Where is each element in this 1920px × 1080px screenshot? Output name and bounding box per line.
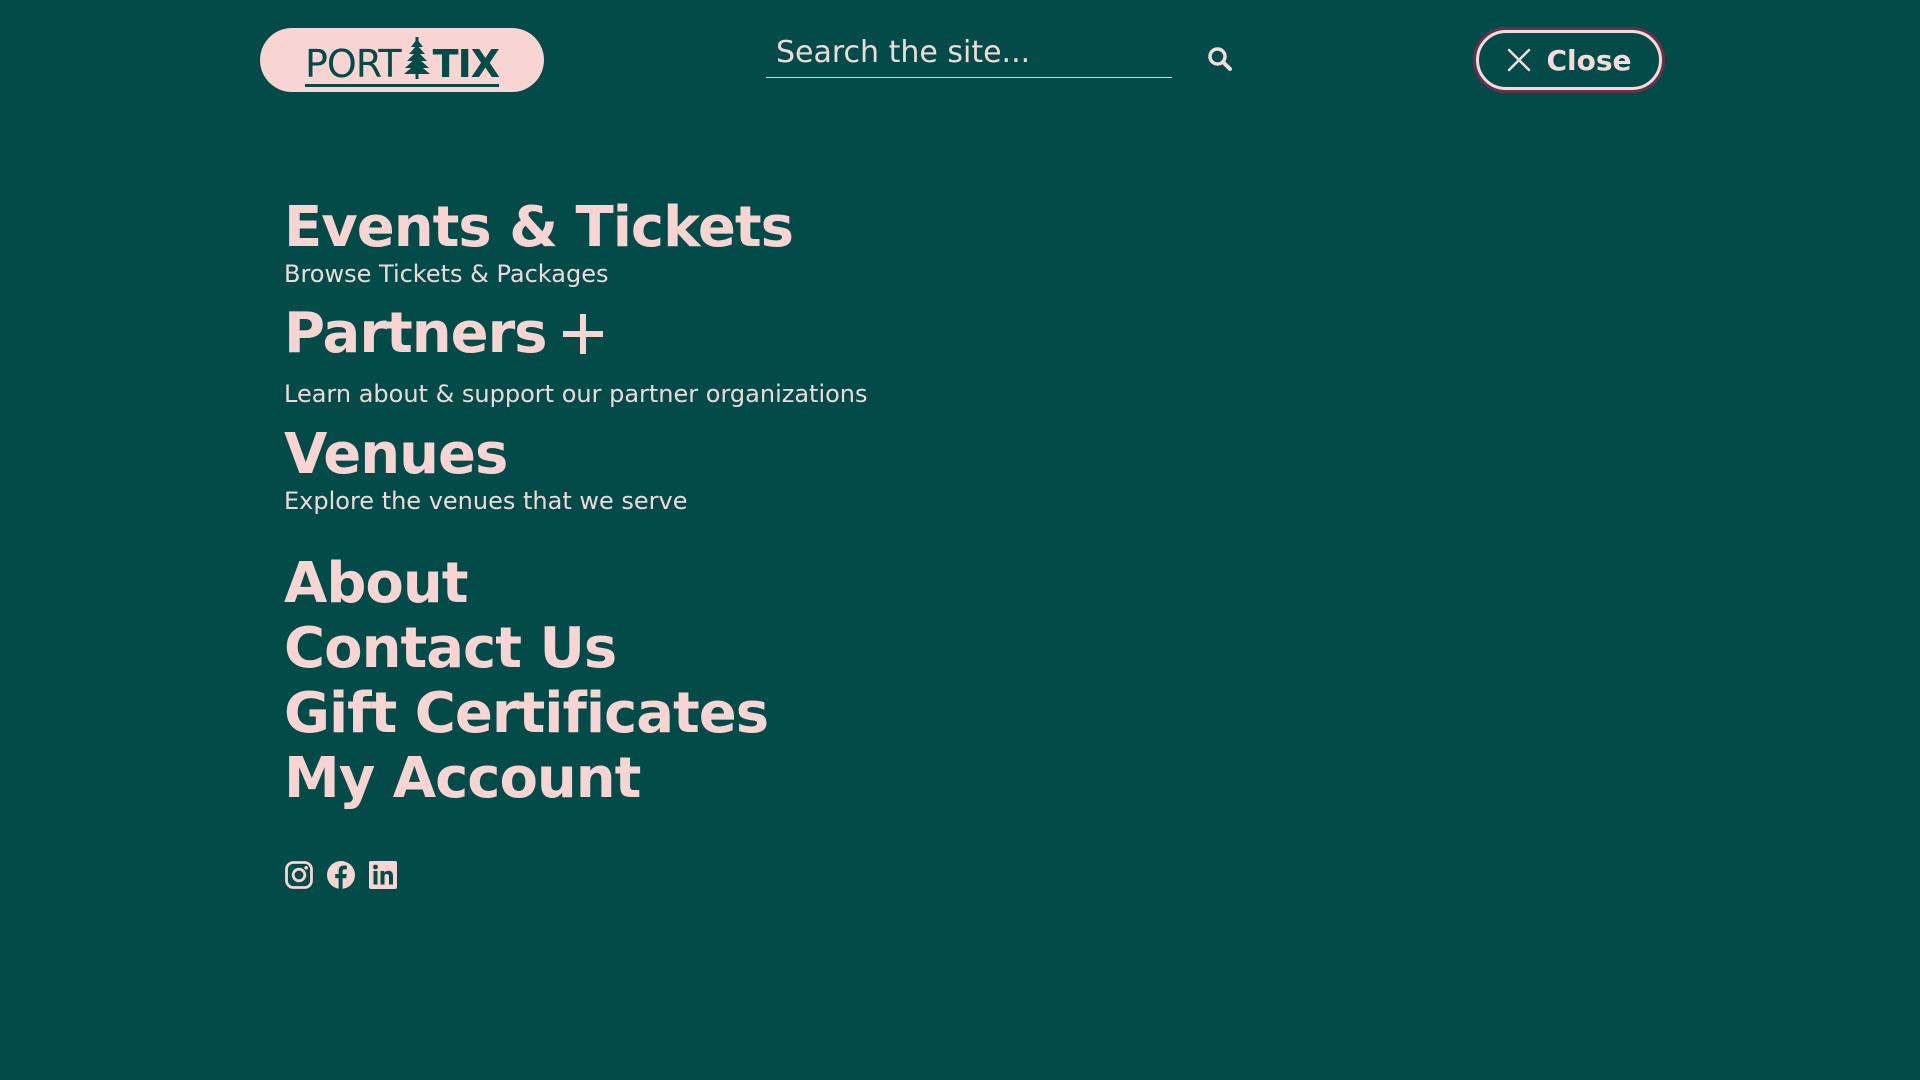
search-icon — [1208, 47, 1232, 71]
nav-link-contact-us[interactable]: Contact Us — [284, 621, 617, 677]
menu-title-partners: Partners — [284, 301, 548, 366]
menu-subtitle-venues: Explore the venues that we serve — [284, 487, 688, 515]
menu-item-venues[interactable]: Venues Explore the venues that we serve — [284, 422, 688, 516]
menu-subtitle-events-tickets: Browse Tickets & Packages — [284, 260, 609, 288]
close-button-label: Close — [1546, 43, 1632, 77]
porttix-logo[interactable]: PORT TIX — [260, 28, 544, 92]
pine-tree-icon — [403, 37, 430, 79]
social-links — [284, 860, 398, 890]
close-icon — [1508, 48, 1531, 72]
menu-item-partners[interactable]: Partners Learn about & support our partn… — [284, 306, 868, 409]
search-input[interactable] — [766, 30, 1172, 74]
menu-title-venues: Venues — [284, 422, 508, 487]
nav-link-my-account[interactable]: My Account — [284, 751, 641, 807]
plus-icon[interactable] — [559, 310, 607, 358]
navigation-overlay: PORT TIX Close Events & — [0, 0, 1920, 1080]
logo-wordmark: PORT TIX — [304, 35, 500, 87]
search-field — [766, 30, 1172, 78]
close-button[interactable]: Close — [1476, 30, 1662, 90]
facebook-icon[interactable] — [326, 860, 356, 890]
linkedin-icon[interactable] — [368, 860, 398, 890]
menu-item-events-tickets[interactable]: Events & Tickets Browse Tickets & Packag… — [284, 195, 794, 289]
menu-title-events-tickets: Events & Tickets — [284, 195, 794, 260]
nav-link-gift-certificates[interactable]: Gift Certificates — [284, 686, 769, 742]
instagram-icon[interactable] — [284, 860, 314, 890]
search-button[interactable] — [1200, 42, 1240, 76]
menu-title-row-partners: Partners — [284, 306, 868, 362]
logo-text-tix: TIX — [432, 42, 500, 86]
logo-text-port: PORT — [304, 42, 402, 86]
menu-subtitle-partners: Learn about & support our partner organi… — [284, 380, 868, 408]
nav-link-about[interactable]: About — [284, 556, 469, 612]
